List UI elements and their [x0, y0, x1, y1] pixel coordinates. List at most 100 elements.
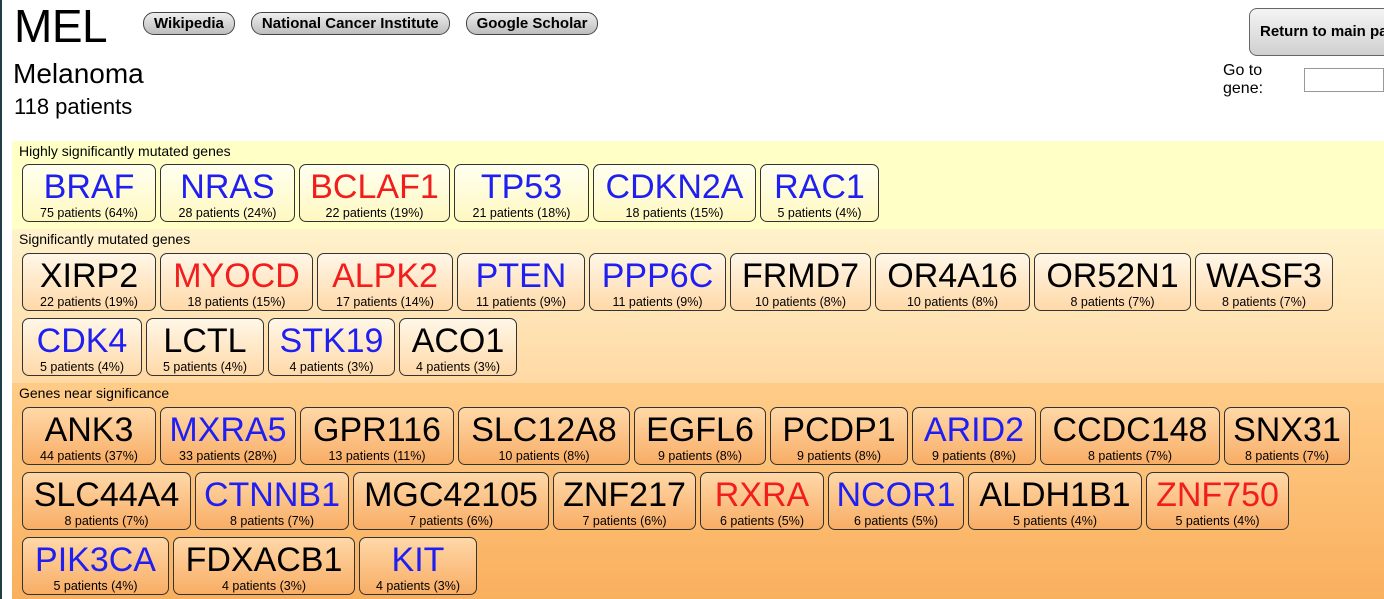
highly-significant-section: Highly significantly mutated genes BRAF … — [12, 141, 1384, 229]
gene-name: EGFL6 — [646, 411, 754, 449]
return-to-main-page-button[interactable]: Return to main page — [1249, 8, 1384, 56]
gene-name: FDXACB1 — [185, 541, 343, 579]
gene-patient-count: 9 patients (8%) — [657, 449, 743, 463]
gene-button[interactable]: PIK3CA 5 patients (4%) — [22, 537, 169, 595]
gene-name: PCDP1 — [782, 411, 896, 449]
go-to-gene-input[interactable] — [1304, 68, 1384, 92]
gene-button[interactable]: PCDP1 9 patients (8%) — [770, 407, 908, 465]
gene-button[interactable]: CDK4 5 patients (4%) — [22, 318, 142, 376]
gene-name: ANK3 — [44, 411, 134, 449]
gene-patient-count: 10 patients (8%) — [498, 449, 590, 463]
gene-patient-count: 18 patients (15%) — [187, 295, 286, 309]
gene-button[interactable]: ALDH1B1 5 patients (4%) — [968, 472, 1142, 530]
gene-name: MXRA5 — [169, 411, 287, 449]
page: MEL Wikipedia National Cancer Institute … — [0, 0, 1384, 599]
gene-button[interactable]: BRAF 75 patients (64%) — [22, 164, 156, 222]
gene-name: CDK4 — [36, 322, 128, 360]
gene-row: BRAF 75 patients (64%) NRAS 28 patients … — [22, 164, 879, 222]
nci-link[interactable]: National Cancer Institute — [250, 12, 450, 35]
gene-button[interactable]: KIT 4 patients (3%) — [359, 537, 477, 595]
reference-links: Wikipedia National Cancer Institute Goog… — [143, 12, 599, 35]
gene-patient-count: 75 patients (64%) — [40, 206, 138, 220]
gene-button[interactable]: BCLAF1 22 patients (19%) — [299, 164, 450, 222]
gene-name: CDKN2A — [605, 168, 744, 206]
gene-button[interactable]: RAC1 5 patients (4%) — [760, 164, 879, 222]
gene-patient-count: 44 patients (37%) — [40, 449, 138, 463]
gene-button[interactable]: FRMD7 10 patients (8%) — [730, 253, 871, 311]
gene-button[interactable]: EGFL6 9 patients (8%) — [634, 407, 766, 465]
gene-patient-count: 5 patients (4%) — [53, 579, 138, 593]
gene-name: TP53 — [480, 168, 563, 206]
gene-button[interactable]: MYOCD 18 patients (15%) — [160, 253, 313, 311]
gene-button[interactable]: FDXACB1 4 patients (3%) — [173, 537, 355, 595]
gene-button[interactable]: GPR116 13 patients (11%) — [300, 407, 454, 465]
gene-patient-count: 5 patients (4%) — [1012, 514, 1098, 528]
cancer-code-title: MEL — [14, 0, 108, 52]
gene-button[interactable]: MGC42105 7 patients (6%) — [353, 472, 549, 530]
gene-button[interactable]: ZNF217 7 patients (6%) — [553, 472, 696, 530]
gene-name: RAC1 — [774, 168, 865, 206]
gene-button[interactable]: OR4A16 10 patients (8%) — [875, 253, 1030, 311]
gene-button[interactable]: RXRA 6 patients (5%) — [700, 472, 824, 530]
gene-name: PTEN — [475, 257, 567, 295]
gene-name: PIK3CA — [35, 541, 156, 579]
gene-button[interactable]: NCOR1 6 patients (5%) — [828, 472, 964, 530]
gene-patient-count: 6 patients (5%) — [853, 514, 939, 528]
gene-button[interactable]: CDKN2A 18 patients (15%) — [593, 164, 756, 222]
gene-name: SNX31 — [1233, 411, 1341, 449]
go-to-gene-label: Go to gene: — [1223, 62, 1264, 97]
gene-button[interactable]: MXRA5 33 patients (28%) — [160, 407, 296, 465]
gene-button[interactable]: ALPK2 17 patients (14%) — [317, 253, 453, 311]
gene-button[interactable]: TP53 21 patients (18%) — [454, 164, 589, 222]
gene-name: ZNF217 — [563, 476, 686, 514]
gene-button[interactable]: OR52N1 8 patients (7%) — [1034, 253, 1191, 311]
gene-button[interactable]: CCDC148 8 patients (7%) — [1040, 407, 1220, 465]
gene-button[interactable]: PPP6C 11 patients (9%) — [589, 253, 726, 311]
gene-name: OR4A16 — [887, 257, 1018, 295]
gene-button[interactable]: NRAS 28 patients (24%) — [160, 164, 295, 222]
patient-count: 118 patients — [14, 94, 133, 119]
go-to-gene: Go to gene: — [1223, 62, 1384, 98]
gene-patient-count: 4 patients (3%) — [375, 579, 461, 593]
gene-button[interactable]: WASF3 8 patients (7%) — [1195, 253, 1333, 311]
gene-name: ALPK2 — [332, 257, 438, 295]
wikipedia-link[interactable]: Wikipedia — [143, 12, 235, 35]
gene-name: LCTL — [163, 322, 247, 360]
gene-name: CCDC148 — [1052, 411, 1208, 449]
gene-name: ZNF750 — [1156, 476, 1279, 514]
significant-section: Significantly mutated genes XIRP2 22 pat… — [12, 229, 1384, 383]
gene-patient-count: 11 patients (9%) — [612, 295, 703, 309]
gene-patient-count: 33 patients (28%) — [179, 449, 277, 463]
gene-name: KIT — [391, 541, 445, 579]
gene-name: NRAS — [180, 168, 275, 206]
gene-patient-count: 8 patients (7%) — [1244, 449, 1330, 463]
google-scholar-link[interactable]: Google Scholar — [465, 12, 599, 35]
gene-button[interactable]: XIRP2 22 patients (19%) — [22, 253, 156, 311]
gene-button[interactable]: ACO1 4 patients (3%) — [399, 318, 517, 376]
gene-name: MYOCD — [173, 257, 300, 295]
gene-button[interactable]: SLC12A8 10 patients (8%) — [458, 407, 630, 465]
gene-button[interactable]: PTEN 11 patients (9%) — [457, 253, 585, 311]
gene-name: GPR116 — [313, 411, 441, 449]
gene-button[interactable]: CTNNB1 8 patients (7%) — [195, 472, 349, 530]
gene-button[interactable]: ARID2 9 patients (8%) — [912, 407, 1036, 465]
gene-button[interactable]: SLC44A4 8 patients (7%) — [22, 472, 191, 530]
gene-patient-count: 7 patients (6%) — [408, 514, 494, 528]
gene-button[interactable]: ANK3 44 patients (37%) — [22, 407, 156, 465]
gene-patient-count: 5 patients (4%) — [777, 206, 862, 220]
gene-button[interactable]: STK19 4 patients (3%) — [268, 318, 395, 376]
section-title: Genes near significance — [19, 385, 170, 401]
gene-row: ANK3 44 patients (37%) MXRA5 33 patients… — [22, 407, 1350, 465]
gene-patient-count: 11 patients (9%) — [475, 295, 567, 309]
gene-patient-count: 8 patients (7%) — [64, 514, 149, 528]
gene-patient-count: 22 patients (19%) — [40, 295, 138, 309]
gene-name: SLC12A8 — [471, 411, 617, 449]
gene-button[interactable]: ZNF750 5 patients (4%) — [1146, 472, 1289, 530]
gene-patient-count: 8 patients (7%) — [229, 514, 315, 528]
gene-button[interactable]: SNX31 8 patients (7%) — [1224, 407, 1350, 465]
gene-name: STK19 — [279, 322, 384, 360]
gene-patient-count: 9 patients (8%) — [796, 449, 882, 463]
gene-button[interactable]: LCTL 5 patients (4%) — [146, 318, 264, 376]
gene-patient-count: 6 patients (5%) — [719, 514, 805, 528]
section-title: Highly significantly mutated genes — [19, 143, 231, 159]
